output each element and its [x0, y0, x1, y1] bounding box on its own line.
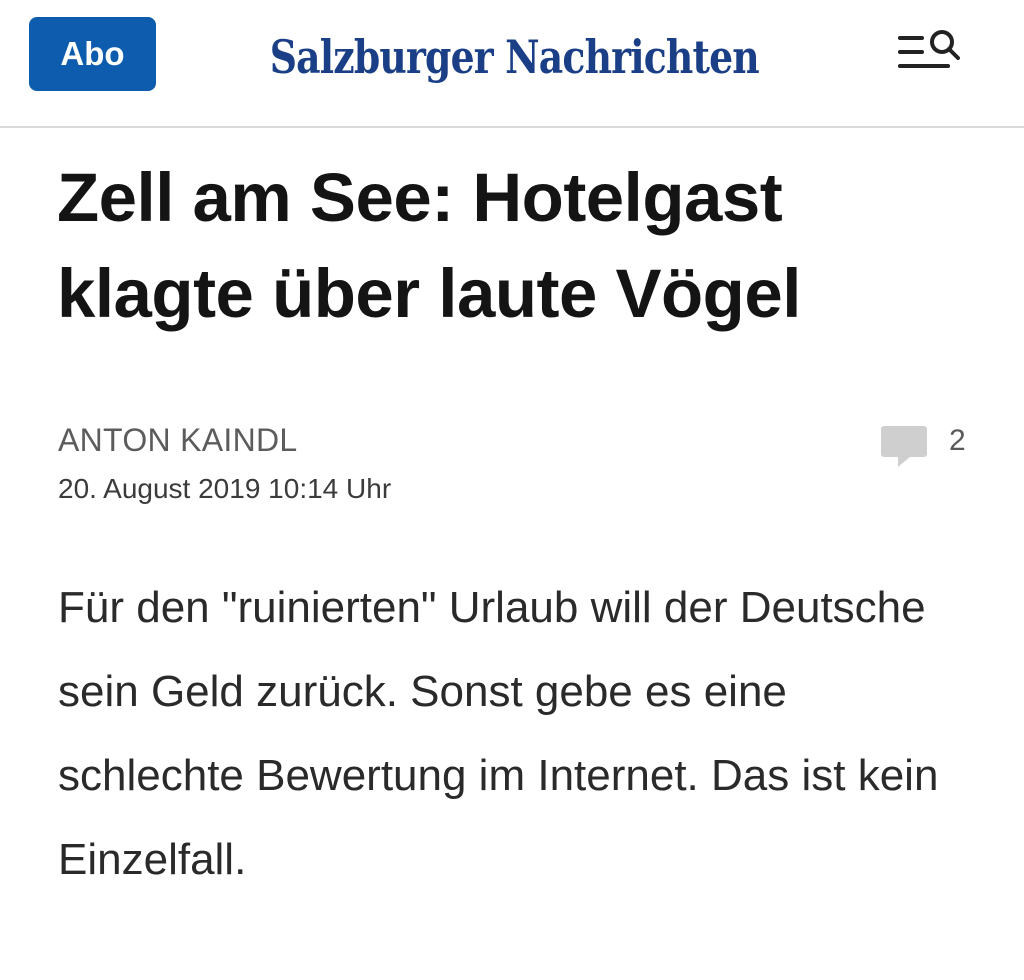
- site-header: Abo Salzburger Nachrichten: [0, 0, 1024, 128]
- menu-search-icon: [898, 30, 960, 68]
- article-lead: Für den "ruinierten" Urlaub will der Deu…: [58, 583, 939, 884]
- site-logo[interactable]: Salzburger Nachrichten: [244, 22, 784, 92]
- logo-wordmark: Salzburger Nachrichten: [269, 30, 759, 84]
- comments-link[interactable]: 2: [880, 420, 980, 470]
- comment-icon: [881, 426, 927, 467]
- comment-count: 2: [949, 424, 966, 457]
- publish-date: 20. August 2019 10:14 Uhr: [58, 473, 392, 504]
- article-headline: Zell am See: Hotelgast klagte über laute…: [57, 159, 801, 332]
- author-name[interactable]: ANTON KAINDL: [58, 422, 298, 459]
- abo-button-label: Abo: [60, 35, 125, 72]
- abo-button[interactable]: Abo: [29, 17, 156, 91]
- menu-search-button[interactable]: [892, 26, 972, 82]
